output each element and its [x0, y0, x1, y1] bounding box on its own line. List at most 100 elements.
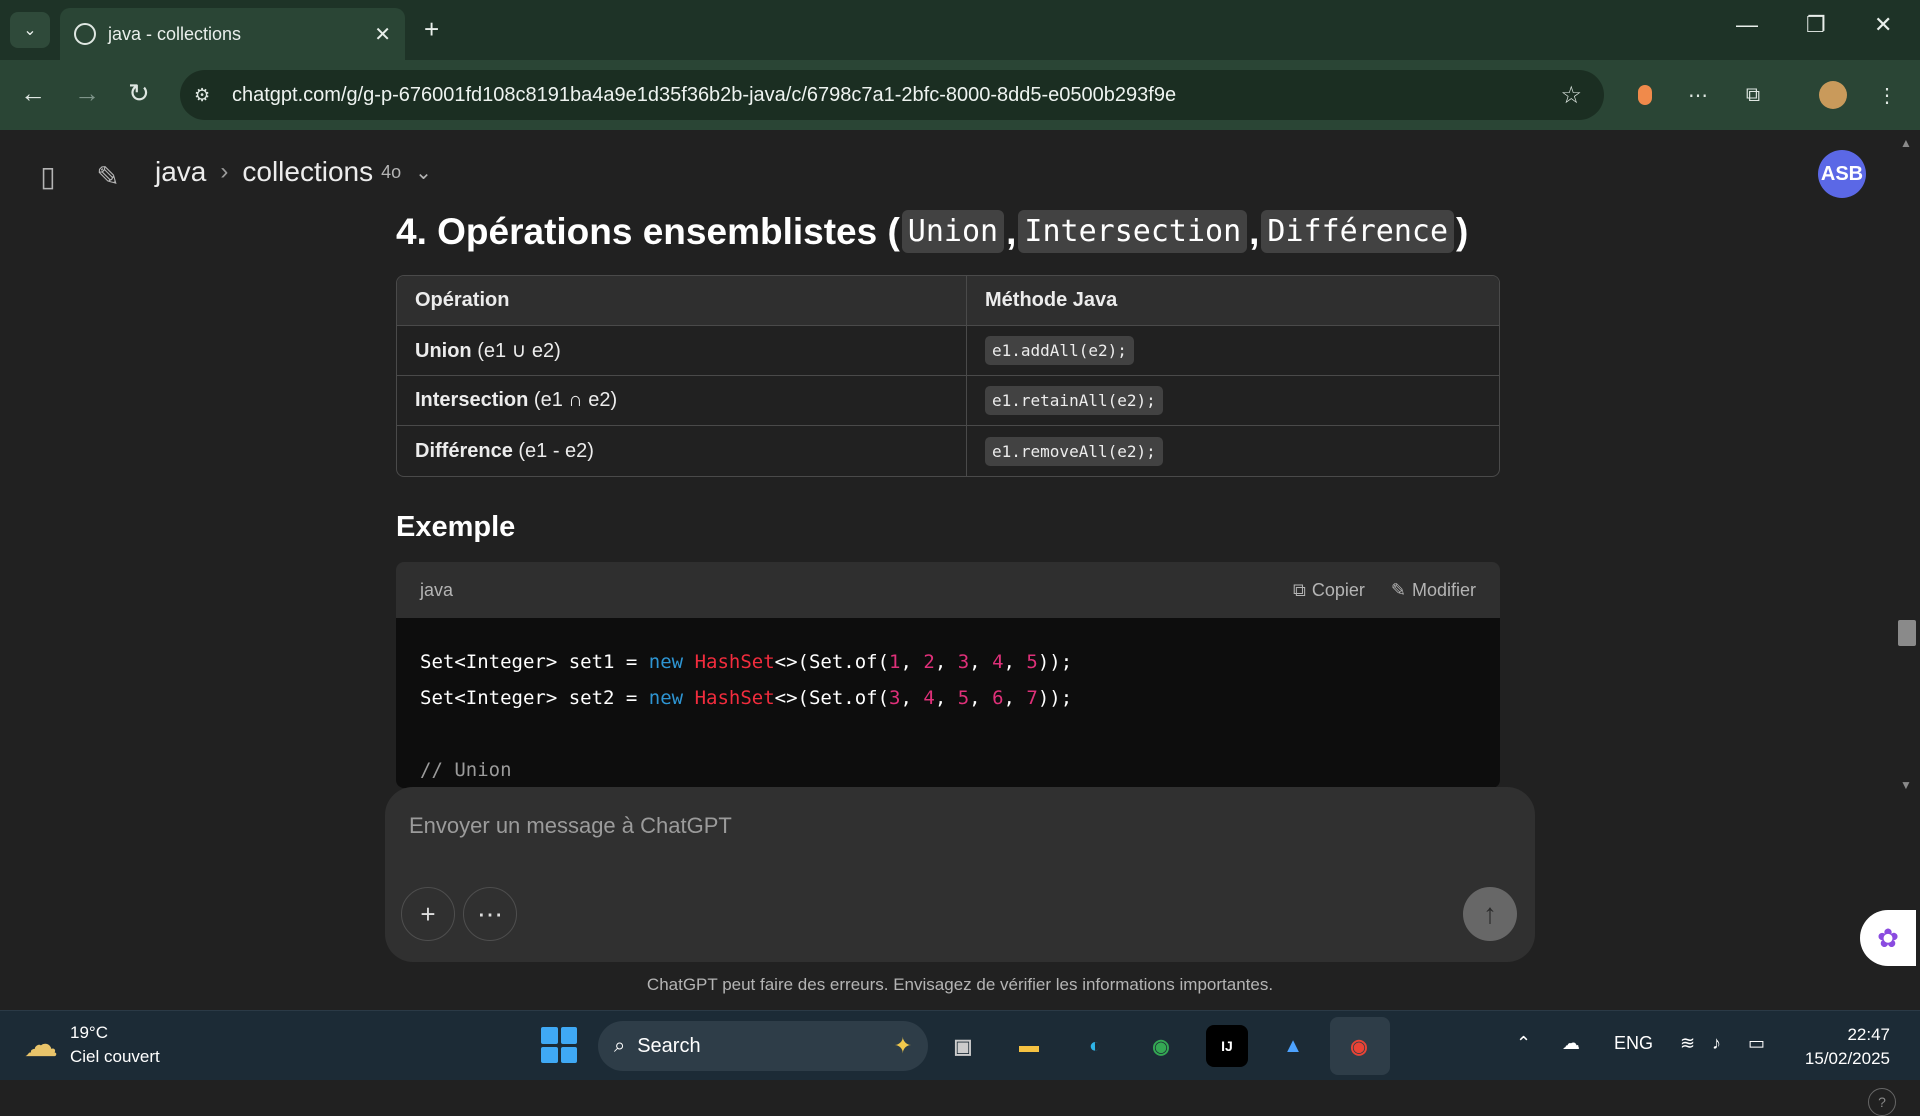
- back-icon[interactable]: ←: [20, 78, 46, 109]
- clock[interactable]: 22:47 15/02/2025: [1798, 1023, 1890, 1071]
- battery-icon[interactable]: ▭: [1748, 1033, 1765, 1054]
- forward-icon[interactable]: →: [74, 78, 100, 109]
- column-header: Opération: [397, 276, 967, 326]
- copy-icon: ⧉: [1292, 579, 1306, 600]
- operation-detail: (e1 - e2): [512, 439, 594, 462]
- breadcrumb-chat-title[interactable]: collections: [242, 156, 373, 188]
- taskbar-search[interactable]: ⌕ Search ✦: [598, 1021, 928, 1071]
- intellij-icon[interactable]: IJ: [1206, 1025, 1248, 1067]
- extension-more-icon[interactable]: ⋯: [1683, 80, 1713, 110]
- code-line-1: Set<Integer> set1 = new HashSet<>(Set.of…: [420, 651, 1073, 673]
- start-button[interactable]: [541, 1027, 577, 1063]
- browser-tab-bar: ⌄ java - collections ✕ + — ❐ ✕: [0, 0, 1920, 60]
- method-cell: e1.retainAll(e2);: [967, 376, 1499, 426]
- code-block: java ⧉ Copier ✎ Modifier Set<Integer> set1…: [396, 562, 1500, 788]
- chatgpt-app: ▯ ✎ java › collections 4o ⌄ ASB 4. Opéra…: [0, 130, 1920, 1116]
- scroll-up-arrow[interactable]: ▲: [1900, 136, 1912, 150]
- operations-table: Opération Méthode Java Union (e1 ∪ e2) e…: [396, 275, 1500, 477]
- heading-code-difference: Différence: [1261, 210, 1455, 253]
- scrollbar-thumb[interactable]: [1898, 620, 1916, 646]
- heading-text: ): [1456, 210, 1469, 252]
- chevron-down-icon[interactable]: ⌄: [415, 160, 432, 185]
- new-chat-icon[interactable]: ✎: [90, 158, 126, 194]
- table-row: Intersection (e1 ∩ e2) e1.retainAll(e2);: [397, 376, 1499, 426]
- copilot-sparkle-icon: ✦: [893, 1033, 912, 1058]
- send-button[interactable]: ↑: [1463, 887, 1517, 941]
- code-language: java: [420, 579, 454, 600]
- file-explorer-icon[interactable]: ▬: [1008, 1025, 1050, 1067]
- operation-name: Union: [415, 340, 472, 362]
- pencil-icon: ✎: [1390, 579, 1406, 600]
- heading-code-union: Union: [901, 210, 1005, 253]
- taskbar: ☁ 19°C Ciel couvert ⌕ Search ✦ ▣ ▬ ◐ ◉ I…: [0, 1010, 1920, 1080]
- method-code: e1.addAll(e2);: [985, 336, 1134, 365]
- operation-name: Différence: [415, 439, 513, 462]
- avatar[interactable]: ASB: [1818, 150, 1866, 198]
- wifi-icon[interactable]: ≋: [1680, 1033, 1695, 1054]
- profile-icon[interactable]: [1818, 80, 1848, 110]
- date: 15/02/2025: [1804, 1049, 1890, 1068]
- tools-button[interactable]: ⋯: [463, 887, 517, 941]
- task-view-icon[interactable]: ▣: [942, 1025, 984, 1067]
- weather-condition: Ciel couvert: [70, 1047, 160, 1066]
- url-text: chatgpt.com/g/g-p-676001fd108c8191ba4a9e…: [232, 83, 1177, 106]
- volume-icon[interactable]: ♪: [1712, 1033, 1721, 1054]
- bookmark-star-icon[interactable]: ☆: [1560, 81, 1582, 110]
- search-label: Search: [637, 1034, 701, 1057]
- arrow-up-icon: ↑: [1483, 898, 1497, 929]
- restore-icon[interactable]: ❐: [1806, 12, 1826, 38]
- help-icon[interactable]: ?: [1868, 1088, 1896, 1116]
- close-tab-icon[interactable]: ✕: [374, 22, 391, 47]
- weather-widget[interactable]: ☁ 19°C Ciel couvert: [24, 1021, 160, 1069]
- site-settings-icon[interactable]: ⚙: [194, 85, 224, 106]
- heading-text: 4. Opérations ensemblistes (: [396, 210, 900, 252]
- tray-expand-icon[interactable]: ⌃: [1516, 1033, 1531, 1054]
- photos-icon[interactable]: ▲: [1272, 1025, 1314, 1067]
- chevron-right-icon: ›: [220, 158, 229, 185]
- breadcrumb-project[interactable]: java: [155, 156, 206, 188]
- address-bar[interactable]: ⚙ chatgpt.com/g/g-p-676001fd108c8191ba4a…: [180, 70, 1604, 120]
- extension-icon[interactable]: [1630, 80, 1660, 110]
- tab-search-button[interactable]: ⌄: [10, 12, 50, 48]
- chrome-icon[interactable]: ◉: [1338, 1025, 1380, 1067]
- browser-tab[interactable]: java - collections ✕: [60, 8, 405, 60]
- operation-cell: Union (e1 ∪ e2): [397, 326, 967, 376]
- minimize-icon[interactable]: —: [1736, 12, 1758, 38]
- table-row: Union (e1 ∪ e2) e1.addAll(e2);: [397, 326, 1499, 376]
- new-tab-button[interactable]: +: [424, 14, 439, 45]
- search-icon: ⌕: [614, 1034, 626, 1057]
- heading-separator: ,: [1006, 210, 1017, 252]
- operation-cell: Intersection (e1 ∩ e2): [397, 376, 967, 426]
- attach-button[interactable]: +: [401, 887, 455, 941]
- code-comment: // Union: [420, 759, 512, 781]
- example-heading: Exemple: [396, 511, 516, 543]
- edge-icon[interactable]: ◐: [1074, 1025, 1116, 1067]
- operation-name: Intersection: [415, 389, 529, 411]
- browser-menu-icon[interactable]: ⋮: [1872, 80, 1902, 110]
- language-indicator[interactable]: ENG: [1614, 1033, 1653, 1054]
- reload-icon[interactable]: ↻: [128, 78, 150, 109]
- column-header: Méthode Java: [967, 276, 1499, 326]
- chevron-down-icon: ⌄: [23, 22, 37, 39]
- method-cell: e1.addAll(e2);: [967, 326, 1499, 376]
- brain-extension-icon[interactable]: ✿: [1860, 910, 1916, 966]
- scroll-down-arrow[interactable]: ▼: [1900, 778, 1912, 792]
- method-code: e1.removeAll(e2);: [985, 436, 1163, 466]
- copy-label: Copier: [1311, 579, 1365, 600]
- chrome-profile-icon[interactable]: ◉: [1140, 1025, 1182, 1067]
- breadcrumb: java › collections 4o ⌄: [155, 156, 432, 188]
- onedrive-icon[interactable]: ☁: [1562, 1033, 1580, 1054]
- table-row: Différence (e1 - e2) e1.removeAll(e2);: [397, 426, 1499, 476]
- message-input[interactable]: Envoyer un message à ChatGPT: [409, 813, 732, 839]
- sidebar-toggle-icon[interactable]: ▯: [30, 158, 66, 194]
- message-composer[interactable]: Envoyer un message à ChatGPT + ⋯ ↑: [385, 787, 1535, 962]
- edit-button[interactable]: ✎ Modifier: [1391, 580, 1476, 601]
- close-window-icon[interactable]: ✕: [1874, 12, 1892, 38]
- code-block-header: java ⧉ Copier ✎ Modifier: [396, 562, 1500, 618]
- tab-title: java - collections: [108, 23, 242, 44]
- extensions-puzzle-icon[interactable]: ⧉: [1738, 80, 1768, 110]
- model-label[interactable]: 4o: [381, 162, 401, 183]
- operation-detail: (e1 ∩ e2): [528, 389, 618, 411]
- heading-code-intersection: Intersection: [1018, 210, 1248, 253]
- copy-button[interactable]: ⧉ Copier: [1293, 580, 1365, 601]
